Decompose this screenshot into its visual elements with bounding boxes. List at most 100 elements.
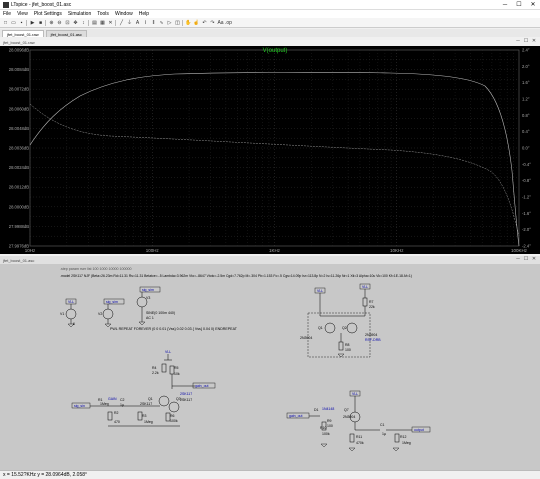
halt-icon[interactable]: ■ xyxy=(37,19,44,26)
menu-help[interactable]: Help xyxy=(139,11,149,17)
title-bar: LTspice - jfet_boost_01.asc ─ ☐ ✕ xyxy=(0,0,540,10)
schematic-canvas[interactable]: .step param rser list 100 1000 10000 100… xyxy=(0,264,540,470)
menu-file[interactable]: File xyxy=(3,11,11,17)
wire-icon[interactable]: ╱ xyxy=(118,19,125,26)
ground-icon xyxy=(348,447,356,452)
x-tick-label: 1KHz xyxy=(269,248,281,253)
r5-ref: R5 xyxy=(174,366,179,370)
net-label-vll-v1: VLL xyxy=(68,300,74,304)
wf-minimize-button[interactable]: ─ xyxy=(514,38,522,44)
r7-ref: R7 xyxy=(369,300,374,304)
menu-simulation[interactable]: Simulation xyxy=(68,11,91,17)
gain-label: GAIN xyxy=(108,397,117,401)
model-directive[interactable]: .model 2SK117 NJF (Beta=26.23m Rd=11.31 … xyxy=(60,274,412,278)
source-v3[interactable]: sig_sim V3 SINE(0 100m 440) AC 1 xyxy=(136,286,175,326)
net-label-vll-stage: VLL xyxy=(165,350,171,354)
y-left-tick-label: 28.0084dB xyxy=(9,67,29,72)
sch-maximize-button[interactable]: ☐ xyxy=(522,256,530,262)
drag-icon[interactable]: ☝ xyxy=(193,19,200,26)
cascade-icon[interactable]: ▤ xyxy=(91,19,98,26)
net-label-vll-mid: VLL xyxy=(317,289,323,293)
autorange-icon[interactable]: ↕ xyxy=(80,19,87,26)
menu-tools[interactable]: Tools xyxy=(97,11,109,17)
tile-icon[interactable]: ▦ xyxy=(99,19,106,26)
pwl-directive[interactable]: PWL REPEAT FOREVER (0 0 0.01 {Vss} 0.02 … xyxy=(110,327,238,331)
source-v2[interactable]: sig_sim V2 xyxy=(98,298,125,328)
move-icon[interactable]: ✋ xyxy=(185,19,192,26)
q7-ref: Q7 xyxy=(344,408,349,412)
output-stage[interactable]: gain_out D1 1N4148 VLL Q7 2N3904 R9 100 … xyxy=(286,390,431,452)
redo-icon[interactable]: ↷ xyxy=(209,19,216,26)
c2-ref: C2 xyxy=(120,398,125,402)
y-right-tick-label: -1.2° xyxy=(522,195,531,200)
wf-close-button[interactable]: ✕ xyxy=(530,38,538,44)
diode-icon[interactable]: ▷ xyxy=(166,19,173,26)
source-v1[interactable]: VLL V1 6 xyxy=(60,298,77,328)
menu-bar: File View Plot Settings Simulation Tools… xyxy=(0,10,540,18)
resistor-icon[interactable]: ⌇ xyxy=(142,19,149,26)
pan-icon[interactable]: ✥ xyxy=(72,19,79,26)
trace-label[interactable]: V(output) xyxy=(263,48,288,54)
tab-asc[interactable]: jfet_boost_01.asc xyxy=(45,30,87,37)
dual-transistor-block[interactable]: VLL Q1 2N3904 Q2 2N3904 RSF-DRB R8 100 V… xyxy=(300,283,381,358)
close-button[interactable]: ✕ xyxy=(526,0,540,10)
maximize-button[interactable]: ☐ xyxy=(512,0,526,10)
qa-ref: Q1 xyxy=(318,326,323,330)
minimize-button[interactable]: ─ xyxy=(498,0,512,10)
sch-minimize-button[interactable]: ─ xyxy=(514,256,522,262)
ground-icon xyxy=(138,321,146,326)
y-right-tick-label: 2.0° xyxy=(522,64,530,69)
spice-directive-icon[interactable]: .op xyxy=(225,19,232,26)
q3-model: 2SK117 xyxy=(180,398,192,402)
r2-value: 470 xyxy=(114,420,120,424)
open-icon[interactable]: ▭ xyxy=(10,19,17,26)
x-tick-label: 10KHz xyxy=(390,248,404,253)
schematic-header: jfet_boost_01.asc ─ ☐ ✕ xyxy=(0,256,540,264)
voltage-source-icon xyxy=(65,308,77,320)
sch-close-button[interactable]: ✕ xyxy=(530,256,538,262)
capacitor-icon[interactable]: ‖ xyxy=(150,19,157,26)
y-left-tick-label: 28.0036dB xyxy=(9,146,29,151)
q1-ref: Q1 xyxy=(148,397,153,401)
ground-icon xyxy=(337,353,345,358)
menu-window[interactable]: Window xyxy=(115,11,133,17)
input-stage[interactable]: R4 2.2k R5 10k VLL gain_out Q1 2SK117 Q3… xyxy=(71,350,216,427)
x-tick-label: 100KHz xyxy=(511,248,528,253)
menu-plot-settings[interactable]: Plot Settings xyxy=(34,11,62,17)
zoom-out-icon[interactable]: ⊖ xyxy=(56,19,63,26)
undo-icon[interactable]: ↶ xyxy=(201,19,208,26)
save-icon[interactable]: ▪ xyxy=(18,19,25,26)
d1-ref: D1 xyxy=(314,408,319,412)
c2-value: 1µ xyxy=(120,403,124,407)
toolbar: □ ▭ ▪ ▶ ■ ⊕ ⊖ ⊡ ✥ ↕ ▤ ▦ ✕ ╱ ⏚ A ⌇ ‖ ∿ ▷ … xyxy=(0,18,540,28)
y-left-tick-label: 28.0024dB xyxy=(9,165,29,170)
c1-value: 1µ xyxy=(382,432,386,436)
waveform-window: jfet_boost_01.raw ─ ☐ ✕ 28.0096dB 28.0084… xyxy=(0,38,540,254)
plot-pane[interactable]: 28.0096dB 28.0084dB 28.0072dB 28.0060dB 28.0… xyxy=(0,46,540,254)
inductor-icon[interactable]: ∿ xyxy=(158,19,165,26)
close-win-icon[interactable]: ✕ xyxy=(107,19,114,26)
step-directive[interactable]: .step param rser list 100 1000 10000 100… xyxy=(60,267,132,271)
zoom-in-icon[interactable]: ⊕ xyxy=(48,19,55,26)
component-icon[interactable]: ◫ xyxy=(174,19,181,26)
resistor-icon xyxy=(338,341,344,351)
r11-value: 470k xyxy=(356,441,364,445)
qa-model: 2N3904 xyxy=(300,336,312,340)
waveform-header: jfet_boost_01.raw ─ ☐ ✕ xyxy=(0,38,540,46)
ground-icon[interactable]: ⏚ xyxy=(126,19,133,26)
wf-maximize-button[interactable]: ☐ xyxy=(522,38,530,44)
label-icon[interactable]: A xyxy=(134,19,141,26)
tab-raw-label: jfet_boost_01.raw xyxy=(7,31,39,37)
run-icon[interactable]: ▶ xyxy=(29,19,36,26)
r8-ref: R8 xyxy=(345,343,350,347)
x-tick-label: 100Hz xyxy=(146,248,160,253)
q7-model: 2N3904 xyxy=(343,415,355,419)
y-right-tick-label: 2.4° xyxy=(522,48,530,53)
menu-view[interactable]: View xyxy=(17,11,28,17)
r9-value: 100 xyxy=(327,424,333,428)
text-icon[interactable]: Aa xyxy=(217,19,224,26)
r3-value: 1Meg xyxy=(144,420,153,424)
zoom-fit-icon[interactable]: ⊡ xyxy=(64,19,71,26)
tab-raw[interactable]: jfet_boost_01.raw xyxy=(2,30,44,37)
new-icon[interactable]: □ xyxy=(2,19,9,26)
